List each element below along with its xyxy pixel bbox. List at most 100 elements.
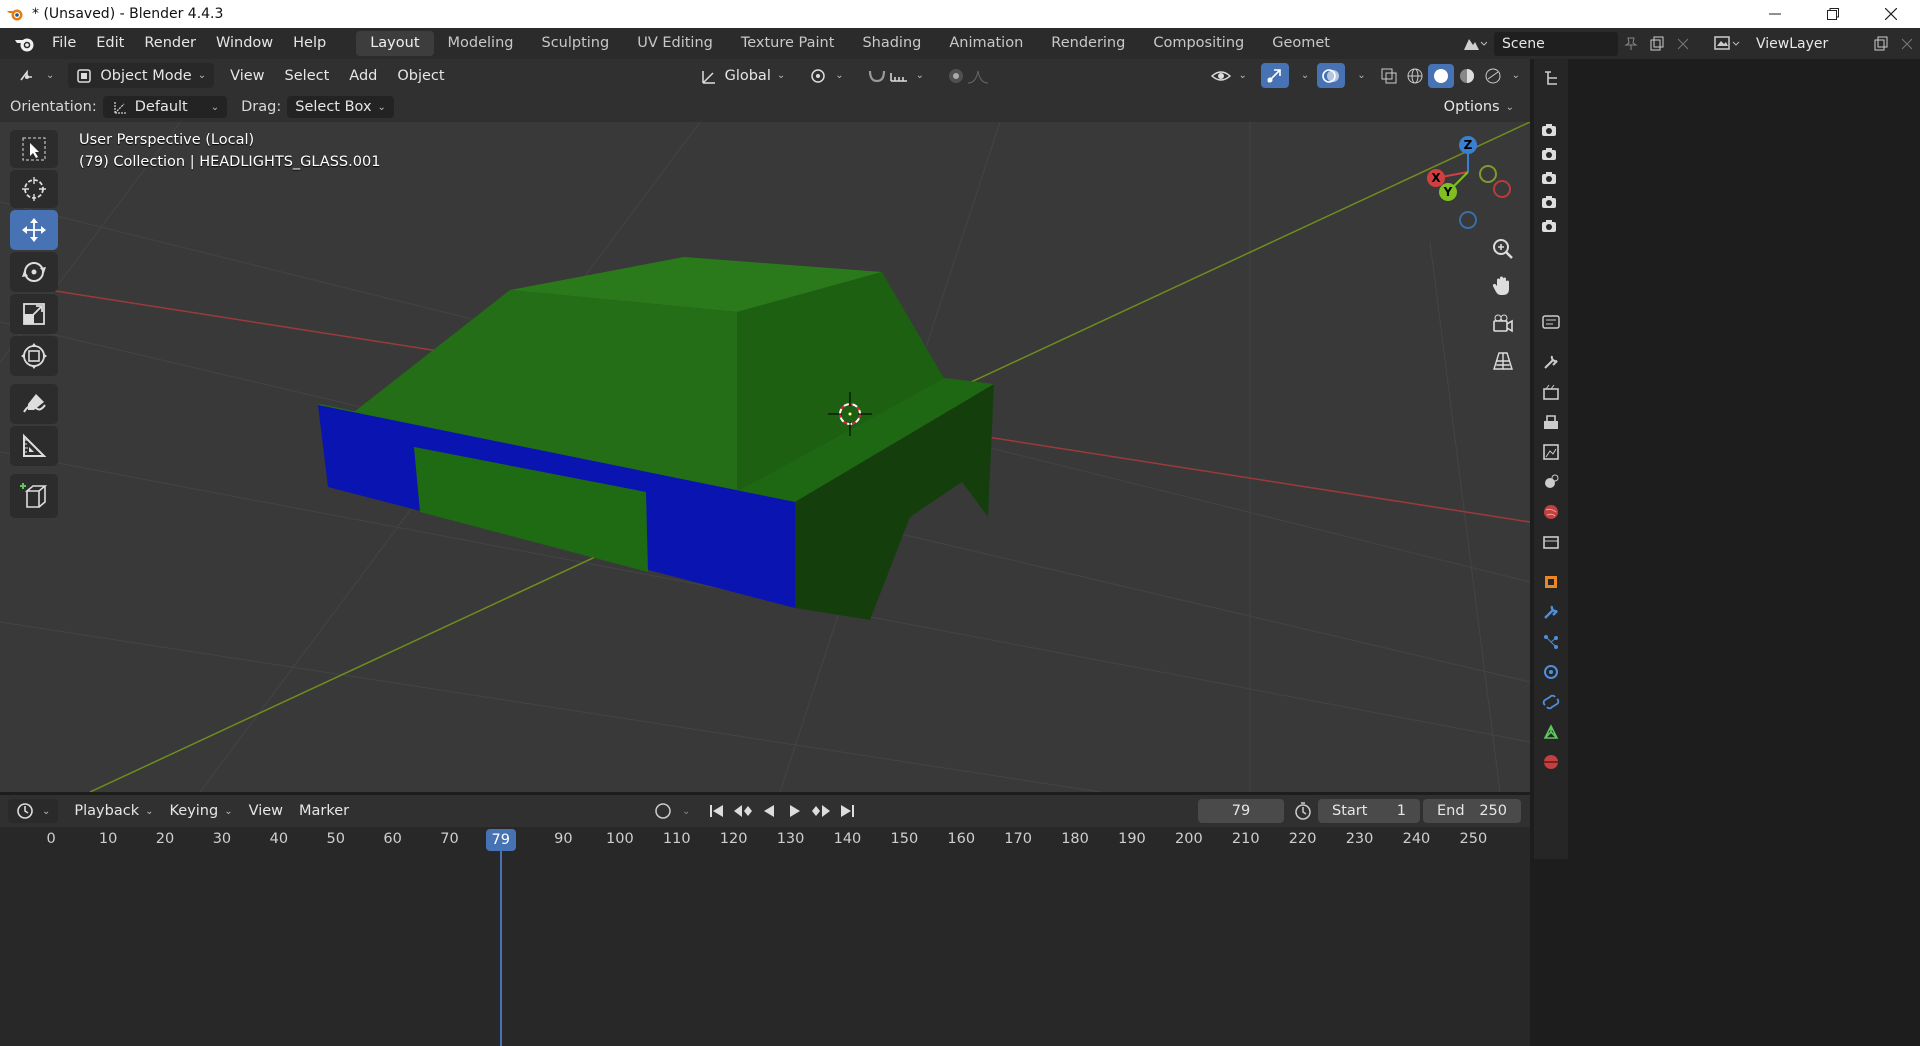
zoom-icon[interactable] <box>1486 232 1520 266</box>
menu-window[interactable]: Window <box>206 28 283 59</box>
tab-rendering[interactable]: Rendering <box>1037 31 1139 56</box>
editor-type-selector[interactable]: ⌄ <box>10 63 63 88</box>
material-preview-icon[interactable] <box>1454 64 1480 88</box>
move-icon[interactable] <box>10 210 58 250</box>
timeline-view-menu[interactable]: View <box>241 799 291 823</box>
tab-texture-paint[interactable]: Texture Paint <box>727 31 849 56</box>
physics-properties-icon[interactable] <box>1534 657 1568 687</box>
menu-render[interactable]: Render <box>134 28 206 59</box>
add-cube-icon[interactable] <box>10 474 58 518</box>
xray-toggle-icon[interactable] <box>1376 64 1402 88</box>
play-reverse-icon[interactable] <box>756 799 782 823</box>
output-properties-icon[interactable] <box>1534 407 1568 437</box>
overlays-dropdown-icon[interactable]: ⌄ <box>1357 70 1365 81</box>
options-dropdown[interactable]: Options ⌄ <box>1435 96 1522 118</box>
delete-view-layer-icon[interactable] <box>1894 32 1920 56</box>
rotate-icon[interactable] <box>10 252 58 292</box>
measure-icon[interactable] <box>10 426 58 466</box>
camera-visibility-icon[interactable] <box>1534 190 1564 214</box>
properties-editor-icon[interactable] <box>1534 307 1568 337</box>
minimize-icon[interactable] <box>1746 0 1804 28</box>
data-properties-icon[interactable] <box>1534 717 1568 747</box>
transform-orientation-selector[interactable]: Global ⌄ <box>690 63 794 88</box>
close-icon[interactable] <box>1862 0 1920 28</box>
menu-select[interactable]: Select <box>275 68 340 84</box>
transform-icon[interactable] <box>10 336 58 376</box>
gizmo-toggle[interactable] <box>1260 63 1289 88</box>
tool-properties-icon[interactable] <box>1534 347 1568 377</box>
gizmo-dropdown-icon[interactable]: ⌄ <box>1301 70 1309 81</box>
camera-visibility-icon[interactable] <box>1534 214 1564 238</box>
overlays-toggle[interactable] <box>1317 63 1346 88</box>
shading-dropdown-icon[interactable]: ⌄ <box>1512 70 1520 81</box>
menu-object[interactable]: Object <box>387 68 454 84</box>
pan-hand-icon[interactable] <box>1486 269 1520 303</box>
current-frame-marker[interactable]: 79 <box>485 829 516 851</box>
playback-menu[interactable]: Playback ⌄ <box>66 799 161 823</box>
timeline-area[interactable]: 0 10 20 30 40 50 60 70 79 90 100 110 120 130 140 150 160… <box>0 827 1530 1046</box>
scene-properties-icon[interactable] <box>1534 467 1568 497</box>
timeline-editor-type[interactable]: ⌄ <box>8 799 59 823</box>
jump-start-icon[interactable] <box>704 799 730 823</box>
wireframe-shading-icon[interactable] <box>1402 64 1428 88</box>
outliner-icon[interactable] <box>1534 63 1568 93</box>
current-frame-field[interactable]: 79 <box>1198 799 1284 823</box>
jump-keyframe-forward-icon[interactable] <box>808 799 834 823</box>
scene-browse-icon[interactable] <box>1454 32 1494 56</box>
render-properties-icon[interactable] <box>1534 377 1568 407</box>
collection-properties-icon[interactable] <box>1534 527 1568 557</box>
scale-icon[interactable] <box>10 294 58 334</box>
tab-shading[interactable]: Shading <box>848 31 935 56</box>
menu-help[interactable]: Help <box>283 28 336 59</box>
jump-keyframe-back-icon[interactable] <box>730 799 756 823</box>
cursor-icon[interactable] <box>10 170 58 208</box>
end-frame-field[interactable]: End 250 <box>1423 799 1521 823</box>
material-properties-icon[interactable] <box>1534 747 1568 777</box>
pivot-point-selector[interactable]: ⌄ <box>799 63 852 88</box>
view-layer-properties-icon[interactable] <box>1534 437 1568 467</box>
pin-icon[interactable] <box>1618 32 1644 56</box>
snap-toggle[interactable]: ⌄ <box>857 63 933 88</box>
auto-keying-icon[interactable] <box>650 799 676 823</box>
restore-icon[interactable] <box>1804 0 1862 28</box>
visibility-selector[interactable]: ⌄ <box>1202 63 1255 88</box>
annotate-icon[interactable] <box>10 384 58 424</box>
blender-menu-icon[interactable] <box>8 28 42 59</box>
camera-view-icon[interactable] <box>1486 307 1520 341</box>
car-mesh[interactable] <box>318 257 994 620</box>
keying-menu[interactable]: Keying ⌄ <box>161 799 240 823</box>
select-box-icon[interactable] <box>10 130 58 168</box>
auto-keying-dropdown-icon[interactable]: ⌄ <box>682 806 690 817</box>
tab-animation[interactable]: Animation <box>935 31 1037 56</box>
start-frame-field[interactable]: Start 1 <box>1318 799 1420 823</box>
mode-selector[interactable]: Object Mode ⌄ <box>68 63 215 88</box>
navigation-gizmo[interactable]: Z X Y <box>1427 136 1511 229</box>
camera-visibility-icon[interactable] <box>1534 142 1564 166</box>
proportional-editing-toggle[interactable] <box>938 63 999 88</box>
tab-modeling[interactable]: Modeling <box>434 31 528 56</box>
menu-file[interactable]: File <box>42 28 86 59</box>
drag-dropdown[interactable]: Select Box ⌄ <box>287 96 394 118</box>
modifier-properties-icon[interactable] <box>1534 597 1568 627</box>
play-icon[interactable] <box>782 799 808 823</box>
view-layer-field[interactable]: ViewLayer <box>1748 31 1868 56</box>
camera-visibility-icon[interactable] <box>1534 166 1564 190</box>
particles-properties-icon[interactable] <box>1534 627 1568 657</box>
3d-viewport[interactable]: Z X Y User Perspective (Local) (79) Coll… <box>0 122 1530 792</box>
rendered-shading-icon[interactable] <box>1480 64 1506 88</box>
playhead-line[interactable] <box>499 851 502 1046</box>
orientation-dropdown[interactable]: Default ⌄ <box>102 96 228 118</box>
view-layer-browse-icon[interactable] <box>1708 32 1748 56</box>
object-properties-icon[interactable] <box>1534 567 1568 597</box>
tab-uv-editing[interactable]: UV Editing <box>623 31 727 56</box>
menu-edit[interactable]: Edit <box>86 28 134 59</box>
new-scene-icon[interactable] <box>1644 32 1670 56</box>
tab-sculpting[interactable]: Sculpting <box>527 31 623 56</box>
delete-scene-icon[interactable] <box>1670 32 1696 56</box>
new-view-layer-icon[interactable] <box>1868 32 1894 56</box>
world-properties-icon[interactable] <box>1534 497 1568 527</box>
marker-menu[interactable]: Marker <box>291 799 357 823</box>
perspective-toggle-icon[interactable] <box>1486 344 1520 378</box>
preview-range-icon[interactable] <box>1290 799 1316 823</box>
menu-add[interactable]: Add <box>339 68 387 84</box>
